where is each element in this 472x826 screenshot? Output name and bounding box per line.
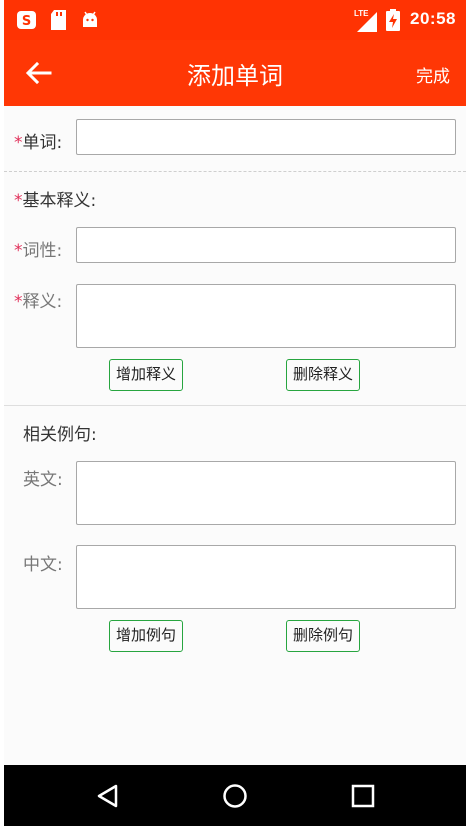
svg-text:S: S: [22, 14, 31, 29]
divider: [4, 405, 466, 406]
page-title: 添加单词: [187, 62, 283, 90]
add-example-button[interactable]: 增加例句: [109, 620, 184, 652]
definition-textarea[interactable]: [76, 284, 456, 348]
sd-card-icon: [51, 10, 66, 30]
delete-definition-button[interactable]: 删除释义: [286, 359, 361, 391]
done-button[interactable]: 完成: [416, 62, 450, 87]
definition-label: *释义:: [14, 287, 62, 312]
part-of-speech-label-text: 词性:: [22, 241, 63, 261]
required-mark: *: [14, 191, 23, 211]
chinese-label: 中文:: [23, 555, 63, 575]
recents-square-icon[interactable]: [351, 783, 375, 809]
home-circle-icon[interactable]: [222, 783, 248, 809]
app-notification-icon: S: [17, 11, 36, 29]
basic-meaning-heading: *基本释义:: [14, 186, 96, 211]
word-label: *单词:: [14, 128, 62, 153]
required-mark: *: [14, 241, 23, 261]
app-bar: 添加单词 完成: [4, 40, 466, 106]
status-time: 20:58: [410, 9, 456, 28]
word-label-text: 单词:: [22, 133, 63, 153]
battery-charging-icon: [386, 9, 400, 31]
chinese-textarea[interactable]: [76, 545, 456, 609]
lte-signal-icon: [357, 12, 377, 32]
required-mark: *: [14, 292, 23, 312]
english-label: 英文:: [23, 470, 63, 490]
system-nav-bar: [4, 765, 466, 826]
basic-meaning-label-text: 基本释义:: [22, 191, 97, 211]
delete-example-button[interactable]: 删除例句: [286, 620, 361, 652]
back-triangle-icon[interactable]: [95, 783, 121, 809]
english-textarea[interactable]: [76, 461, 456, 525]
android-icon: [83, 11, 97, 27]
part-of-speech-label: *词性:: [14, 236, 62, 261]
divider: [4, 171, 466, 172]
app-screen: S LTE 20:58 添加单词 完成 *单词: *基本释义: *词性: *释义…: [4, 0, 466, 826]
add-definition-button[interactable]: 增加释义: [109, 359, 184, 391]
part-of-speech-input[interactable]: [76, 227, 456, 263]
status-bar: S LTE 20:58: [4, 0, 466, 40]
required-mark: *: [14, 133, 23, 153]
examples-heading: 相关例句:: [23, 425, 97, 445]
definition-label-text: 释义:: [22, 292, 63, 312]
word-input[interactable]: [76, 119, 456, 155]
